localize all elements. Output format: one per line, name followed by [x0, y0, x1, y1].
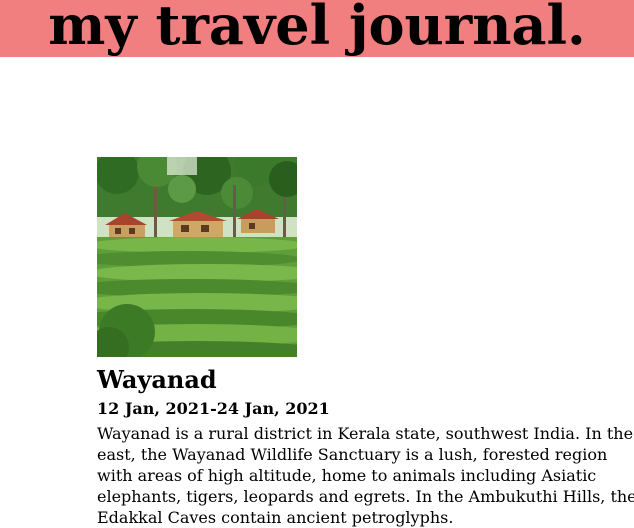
- site-header: my travel journal.: [0, 0, 634, 57]
- journal-entry: Wayanad 12 Jan, 2021-24 Jan, 2021 Wayana…: [97, 157, 634, 528]
- site-title: my travel journal.: [48, 0, 586, 57]
- entry-description: Wayanad is a rural district in Kerala st…: [97, 424, 634, 527]
- entry-dates: 12 Jan, 2021-24 Jan, 2021: [97, 399, 330, 418]
- entry-title: Wayanad: [97, 365, 217, 394]
- tea-plantation-image: [97, 157, 297, 357]
- entry-photo: [97, 157, 297, 357]
